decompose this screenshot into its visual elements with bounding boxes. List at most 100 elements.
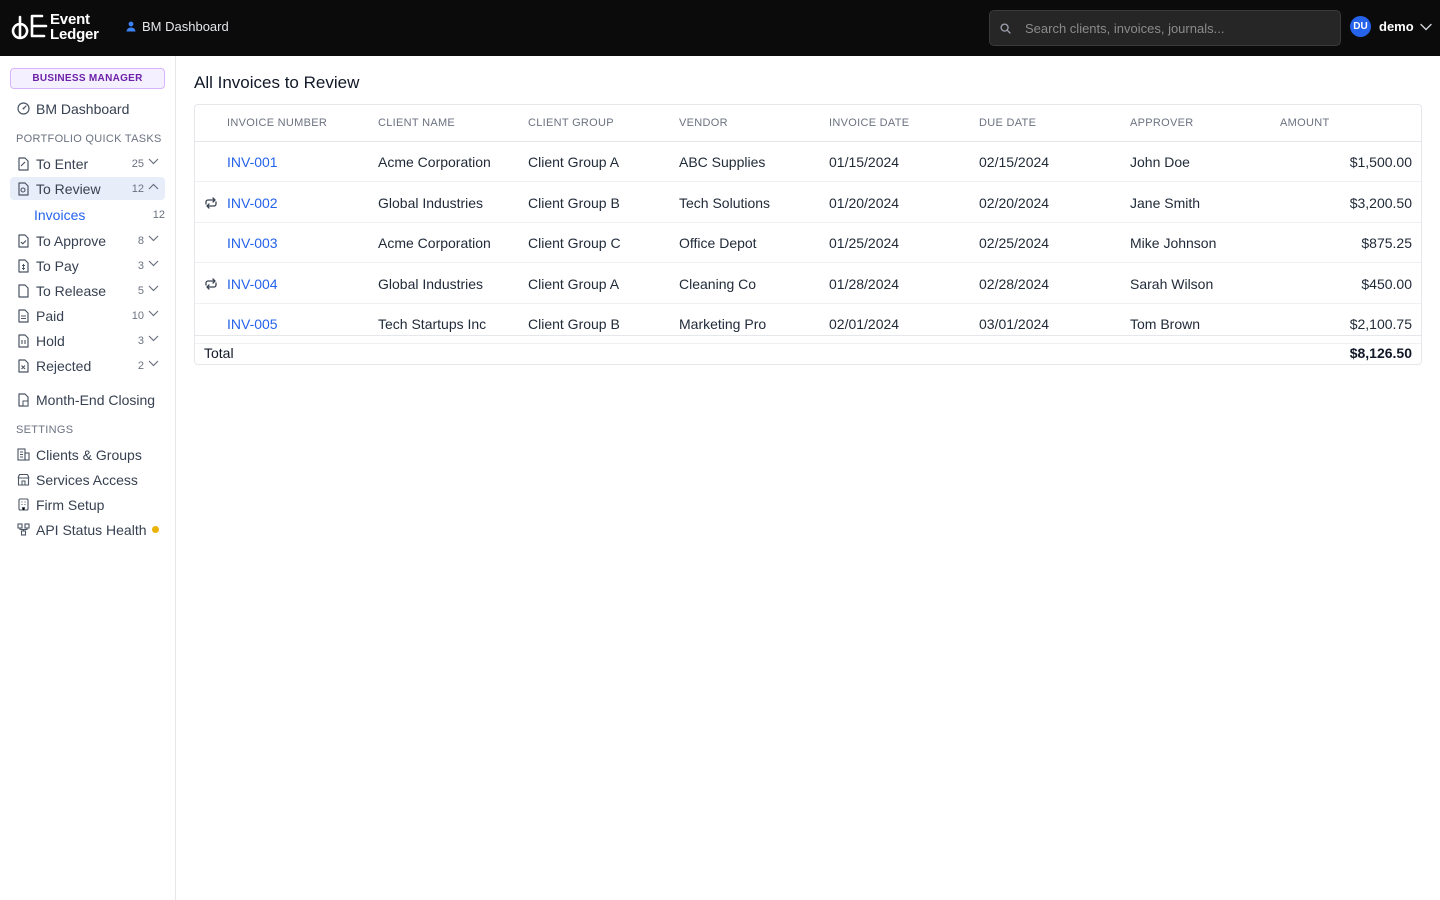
column-header-invoice-number[interactable]: INVOICE NUMBER <box>227 117 327 129</box>
chevron-down-icon <box>148 285 159 292</box>
client-group-cell: Client Group B <box>528 316 620 332</box>
top-bar: Event Ledger BM Dashboard DU demo <box>0 0 1440 56</box>
sidebar-item-to-approve[interactable]: To Approve 8 <box>10 229 165 252</box>
client-group-cell: Client Group A <box>528 275 620 292</box>
file-text-icon <box>16 308 30 323</box>
column-header-amount[interactable]: AMOUNT <box>1280 117 1329 129</box>
invoice-date-cell: 01/20/2024 <box>829 194 900 211</box>
section-label-settings: SETTINGS <box>16 424 74 436</box>
table-total-row: Total $8,126.50 <box>195 335 1421 364</box>
network-icon <box>16 523 30 537</box>
invoice-date-cell: 01/25/2024 <box>829 235 900 251</box>
user-icon <box>126 21 136 32</box>
table-header: INVOICE NUMBER CLIENT NAME CLIENT GROUP … <box>195 105 1421 142</box>
invoice-number-link[interactable]: INV-002 <box>227 195 278 211</box>
file-check-icon <box>16 233 30 248</box>
vendor-cell: Cleaning Co <box>679 275 757 292</box>
avatar: DU <box>1350 16 1371 37</box>
file-icon <box>16 283 30 298</box>
count-badge: 12 <box>131 182 144 195</box>
approver-cell: Mike Johnson <box>1130 235 1217 251</box>
sidebar-item-to-release[interactable]: To Release 5 <box>10 279 165 302</box>
column-header-approver[interactable]: APPROVER <box>1130 117 1194 129</box>
total-amount: $8,126.50 <box>1349 345 1412 361</box>
approver-cell: John Doe <box>1130 154 1190 170</box>
search-box[interactable] <box>989 10 1341 46</box>
amount-cell: $450.00 <box>1361 275 1412 292</box>
chevron-down-icon <box>148 335 159 342</box>
file-dollar-icon <box>16 258 30 273</box>
amount-cell: $2,100.75 <box>1349 316 1412 332</box>
breadcrumb-label: BM Dashboard <box>142 19 229 34</box>
due-date-cell: 02/25/2024 <box>979 235 1050 251</box>
office-icon <box>16 498 30 512</box>
sidebar-item-label: BM Dashboard <box>36 100 130 117</box>
sidebar-item-label: Services Access <box>36 471 138 488</box>
sidebar-item-to-pay[interactable]: To Pay 3 <box>10 254 165 277</box>
client-group-cell: Client Group A <box>528 154 620 170</box>
sidebar-item-rejected[interactable]: Rejected 2 <box>10 354 165 377</box>
column-header-client-group[interactable]: CLIENT GROUP <box>528 117 614 129</box>
client-group-cell: Client Group C <box>528 235 621 251</box>
logo-line-2: Ledger <box>50 26 99 43</box>
approver-cell: Sarah Wilson <box>1130 275 1214 292</box>
sidebar-item-paid[interactable]: Paid 10 <box>10 304 165 327</box>
table-row[interactable]: INV-004 Global Industries Client Group A Cl… <box>195 264 1421 304</box>
user-menu[interactable]: DU demo <box>1350 16 1432 37</box>
due-date-cell: 02/20/2024 <box>979 194 1050 211</box>
search-input[interactable] <box>1025 20 1325 36</box>
logo-line-1: Event <box>50 11 90 28</box>
sidebar-item-label: Paid <box>36 307 65 324</box>
sidebar-item-month-end-closing[interactable]: Month-End Closing <box>10 388 165 411</box>
column-header-invoice-date[interactable]: INVOICE DATE <box>829 117 909 129</box>
chevron-down-icon <box>148 310 159 317</box>
due-date-cell: 02/28/2024 <box>979 275 1050 292</box>
table-row[interactable]: INV-001 Acme Corporation Client Group A ABC… <box>195 142 1421 182</box>
file-x-icon <box>16 358 30 373</box>
client-name-cell: Global Industries <box>378 275 484 292</box>
chevron-down-icon <box>148 360 159 367</box>
invoice-number-link[interactable]: INV-003 <box>227 235 278 251</box>
column-header-vendor[interactable]: VENDOR <box>679 117 728 129</box>
sidebar-item-to-review[interactable]: To Review 12 <box>10 177 165 200</box>
sidebar-item-label: Firm Setup <box>36 496 105 513</box>
breadcrumb[interactable]: BM Dashboard <box>126 19 229 34</box>
table-row[interactable]: INV-003 Acme Corporation Client Group C Off… <box>195 223 1421 263</box>
client-name-cell: Global Industries <box>378 194 484 211</box>
page-title: All Invoices to Review <box>194 73 360 92</box>
vendor-cell: ABC Supplies <box>679 154 766 170</box>
sidebar-item-clients-groups[interactable]: Clients & Groups <box>10 443 165 466</box>
invoice-number-link[interactable]: INV-005 <box>227 316 278 332</box>
chevron-up-icon <box>148 183 159 190</box>
sidebar-item-bm-dashboard[interactable]: BM Dashboard <box>10 97 165 120</box>
count-badge: 12 <box>152 209 165 221</box>
client-name-cell: Acme Corporation <box>378 235 491 251</box>
invoice-number-link[interactable]: INV-001 <box>227 154 278 170</box>
sidebar-item-label: To Approve <box>36 232 107 249</box>
amount-cell: $875.25 <box>1361 235 1412 251</box>
store-icon <box>16 473 30 487</box>
file-edit-icon <box>16 156 30 171</box>
sidebar-item-services-access[interactable]: Services Access <box>10 468 165 491</box>
total-label: Total <box>204 345 234 361</box>
sidebar-subitem-invoices[interactable]: Invoices 12 <box>34 205 165 225</box>
sidebar-item-label: To Review <box>36 180 101 197</box>
sidebar-item-api-status-health[interactable]: API Status Health <box>10 518 165 541</box>
sidebar-item-hold[interactable]: Hold 3 <box>10 329 165 352</box>
column-header-due-date[interactable]: DUE DATE <box>979 117 1036 129</box>
count-badge: 10 <box>131 309 144 322</box>
count-badge: 25 <box>131 157 144 170</box>
sidebar-item-to-enter[interactable]: To Enter 25 <box>10 152 165 175</box>
app-logo[interactable]: Event Ledger <box>10 10 99 44</box>
invoice-number-link[interactable]: INV-004 <box>227 276 278 292</box>
building-icon <box>16 448 30 462</box>
column-header-client-name[interactable]: CLIENT NAME <box>378 117 455 129</box>
invoice-date-cell: 02/01/2024 <box>829 316 900 332</box>
client-group-cell: Client Group B <box>528 194 620 211</box>
logo-mark-icon <box>11 14 48 40</box>
sidebar-item-firm-setup[interactable]: Firm Setup <box>10 493 165 516</box>
table-row[interactable]: INV-002 Global Industries Client Group B Te… <box>195 183 1421 223</box>
chevron-down-icon <box>148 235 159 242</box>
invoices-table: INVOICE NUMBER CLIENT NAME CLIENT GROUP … <box>194 104 1422 365</box>
amount-cell: $3,200.50 <box>1349 194 1412 211</box>
